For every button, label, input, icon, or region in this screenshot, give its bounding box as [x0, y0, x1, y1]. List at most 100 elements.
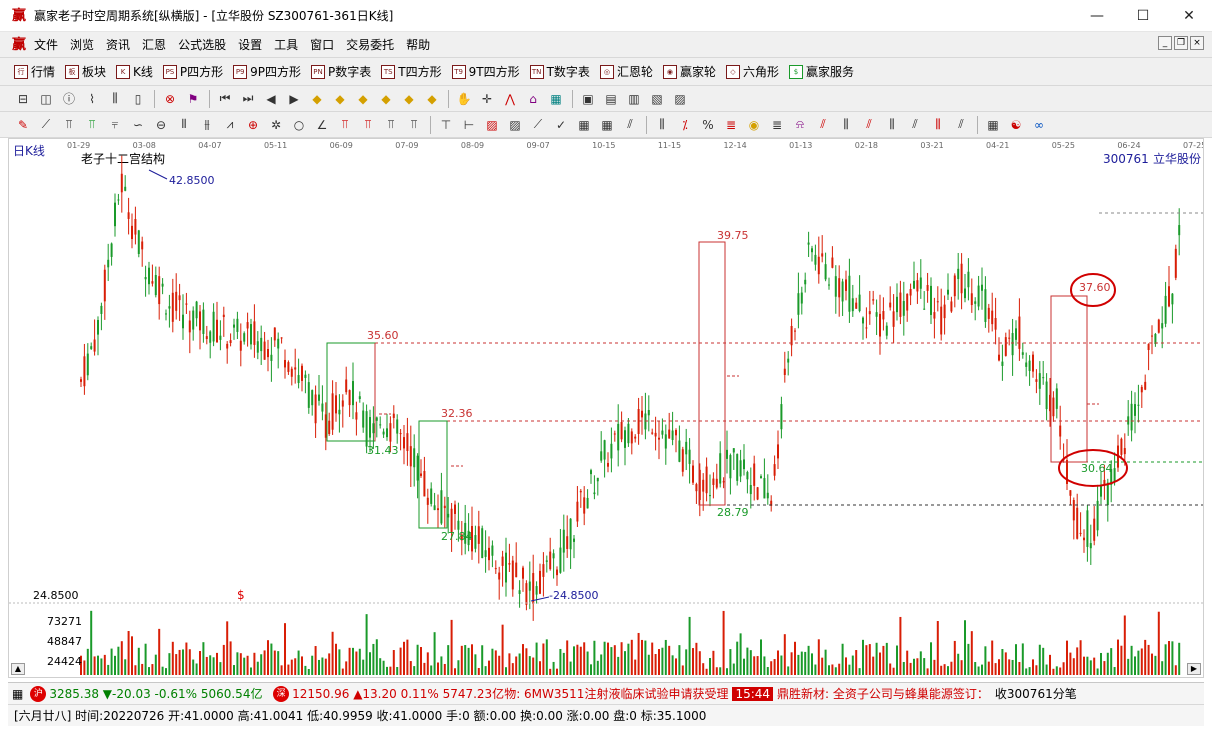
mdi-restore-button[interactable]: ❐ — [1174, 36, 1188, 50]
fib5-icon[interactable]: ⫼ — [883, 116, 901, 134]
scroll-left-button[interactable]: ▲ — [11, 663, 25, 675]
rect-icon[interactable]: ▨ — [483, 116, 501, 134]
menu-huien[interactable]: 汇恩 — [136, 36, 172, 53]
toolbar-p-square-button[interactable]: PS P四方形 — [162, 63, 223, 80]
fib8-icon[interactable]: ⫽ — [952, 116, 970, 134]
menu-info[interactable]: 资讯 — [100, 36, 136, 53]
toolbar-service-button[interactable]: $ 赢家服务 — [788, 63, 854, 80]
info-icon[interactable]: ⓘ — [60, 90, 78, 108]
shift-right-icon[interactable]: ◆ — [377, 90, 395, 108]
toolbar-t-square-button[interactable]: TS T四方形 — [381, 63, 442, 80]
news-ticker-3[interactable]: 收300761分笔 — [995, 685, 1077, 702]
yin-yang-icon[interactable]: ☯ — [1007, 116, 1025, 134]
mdi-minimize-button[interactable]: _ — [1158, 36, 1172, 50]
hline-icon[interactable]: ⊤ — [437, 116, 455, 134]
print-icon[interactable]: ▧ — [648, 90, 666, 108]
pen-icon[interactable]: ✎ — [14, 116, 32, 134]
toolbar-quotes-button[interactable]: 行行情 — [14, 63, 55, 80]
fib7-icon[interactable]: ⫼ — [929, 116, 947, 134]
fork5-icon[interactable]: ⫪ — [359, 116, 377, 134]
toolbar-hexagon-button[interactable]: ◇ 六角形 — [725, 63, 779, 80]
toolbar-sector-button[interactable]: 板板块 — [65, 63, 106, 80]
target-icon[interactable]: ⊕ — [244, 116, 262, 134]
save-icon[interactable]: ▥ — [625, 90, 643, 108]
bars2-icon[interactable]: ⫵ — [198, 116, 216, 134]
bar-chart-icon[interactable]: ⫼ — [106, 90, 124, 108]
sz-index-value[interactable]: 12150.96 — [292, 687, 349, 701]
fib2-icon[interactable]: ⫽ — [814, 116, 832, 134]
infinity-icon[interactable]: ∞ — [1030, 116, 1048, 134]
grid-status-icon[interactable]: ▦ — [12, 687, 23, 701]
gift-icon[interactable]: ⌂ — [524, 90, 542, 108]
zoom-in-icon[interactable]: ◆ — [331, 90, 349, 108]
kline-chart[interactable]: 01-29 03-08 04-07 05-11 06-09 07-09 08-09 09-07… — [9, 139, 1203, 677]
candle-icon[interactable]: ▯ — [129, 90, 147, 108]
grid3-icon[interactable]: ▦ — [598, 116, 616, 134]
menu-settings[interactable]: 设置 — [232, 36, 268, 53]
maximize-button[interactable]: ☐ — [1120, 0, 1166, 32]
news-ticker-1[interactable]: 物: 6MW3511注射液临床试验申请获受理 — [504, 685, 728, 702]
level2-icon[interactable]: ≣ — [768, 116, 786, 134]
fork2-icon[interactable]: ⫪ — [83, 116, 101, 134]
coin-icon[interactable]: ◉ — [745, 116, 763, 134]
menu-trade[interactable]: 交易委托 — [340, 36, 400, 53]
fib4-icon[interactable]: ⫽ — [860, 116, 878, 134]
zoom-out-icon[interactable]: ◆ — [308, 90, 326, 108]
menu-tools[interactable]: 工具 — [268, 36, 304, 53]
last-icon[interactable]: ⏭ — [239, 90, 257, 108]
layout-icon[interactable]: ⊟ — [14, 90, 32, 108]
table-icon[interactable]: ▤ — [602, 90, 620, 108]
angle-icon[interactable]: ∠ — [313, 116, 331, 134]
prev-icon[interactable]: ◀ — [262, 90, 280, 108]
percent-icon[interactable]: % — [699, 116, 717, 134]
line-chart-icon[interactable]: ⌇ — [83, 90, 101, 108]
toolbar-9t-square-button[interactable]: T9 9T四方形 — [451, 63, 520, 80]
line-tool-icon[interactable]: ⟋ — [37, 116, 55, 134]
fib3-icon[interactable]: ⫼ — [837, 116, 855, 134]
minimize-button[interactable]: — — [1074, 0, 1120, 32]
grid2-icon[interactable]: ▦ — [575, 116, 593, 134]
grid-icon[interactable]: ▦ — [547, 90, 565, 108]
fib-icon[interactable]: ⫼ — [653, 116, 671, 134]
first-icon[interactable]: ⏮ — [216, 90, 234, 108]
export-icon[interactable]: ▨ — [671, 90, 689, 108]
sh-index-value[interactable]: 3285.38 — [49, 687, 99, 701]
shift-down-icon[interactable]: ◆ — [423, 90, 441, 108]
trend-icon[interactable]: ⋀ — [501, 90, 519, 108]
vline-icon[interactable]: ⊢ — [460, 116, 478, 134]
menu-window[interactable]: 窗口 — [304, 36, 340, 53]
star-icon[interactable]: ✲ — [267, 116, 285, 134]
level-icon[interactable]: ≣ — [722, 116, 740, 134]
parallel-icon[interactable]: ⫽ — [621, 116, 639, 134]
fan-icon[interactable]: ⩘ — [221, 116, 239, 134]
fork4-icon[interactable]: ⫪ — [336, 116, 354, 134]
menu-formula[interactable]: 公式选股 — [172, 36, 232, 53]
table2-icon[interactable]: ▦ — [984, 116, 1002, 134]
toolbar-winner-wheel-button[interactable]: ◉ 赢家轮 — [662, 63, 716, 80]
calendar-icon[interactable]: ▣ — [579, 90, 597, 108]
toolbar-huien-wheel-button[interactable]: ◎ 汇恩轮 — [599, 63, 653, 80]
fib6-icon[interactable]: ⫽ — [906, 116, 924, 134]
close-button[interactable]: ✕ — [1166, 0, 1212, 32]
kline-chart-panel[interactable]: 01-29 03-08 04-07 05-11 06-09 07-09 08-09 09-07… — [8, 138, 1204, 678]
ellipse-icon[interactable]: ⊖ — [152, 116, 170, 134]
toolbar-t-table-button[interactable]: TN T数字表 — [529, 63, 590, 80]
wave-icon[interactable]: ∽ — [129, 116, 147, 134]
hand-icon[interactable]: ✋ — [455, 90, 473, 108]
toolbar-p-table-button[interactable]: PN P数字表 — [311, 63, 371, 80]
fork7-icon[interactable]: ⫪ — [405, 116, 423, 134]
bell-icon[interactable]: ⍾ — [791, 116, 809, 134]
mdi-close-button[interactable]: × — [1190, 36, 1204, 50]
news-ticker-2[interactable]: 鼎胜新材: 全资子公司与蜂巢能源签订： — [777, 685, 989, 702]
toolbar-kline-button[interactable]: K K线 — [116, 63, 153, 80]
next-icon[interactable]: ▶ — [285, 90, 303, 108]
ray-icon[interactable]: ⟋ — [529, 116, 547, 134]
toolbar-9p-square-button[interactable]: P9 9P四方形 — [233, 63, 301, 80]
rect2-icon[interactable]: ▨ — [506, 116, 524, 134]
check-icon[interactable]: ✓ — [552, 116, 570, 134]
flag-icon[interactable]: ⚑ — [184, 90, 202, 108]
menu-file[interactable]: 文件 — [28, 36, 64, 53]
fork3-icon[interactable]: ⫧ — [106, 116, 124, 134]
scroll-right-button[interactable]: ▶ — [1187, 663, 1201, 675]
shift-up-icon[interactable]: ◆ — [400, 90, 418, 108]
